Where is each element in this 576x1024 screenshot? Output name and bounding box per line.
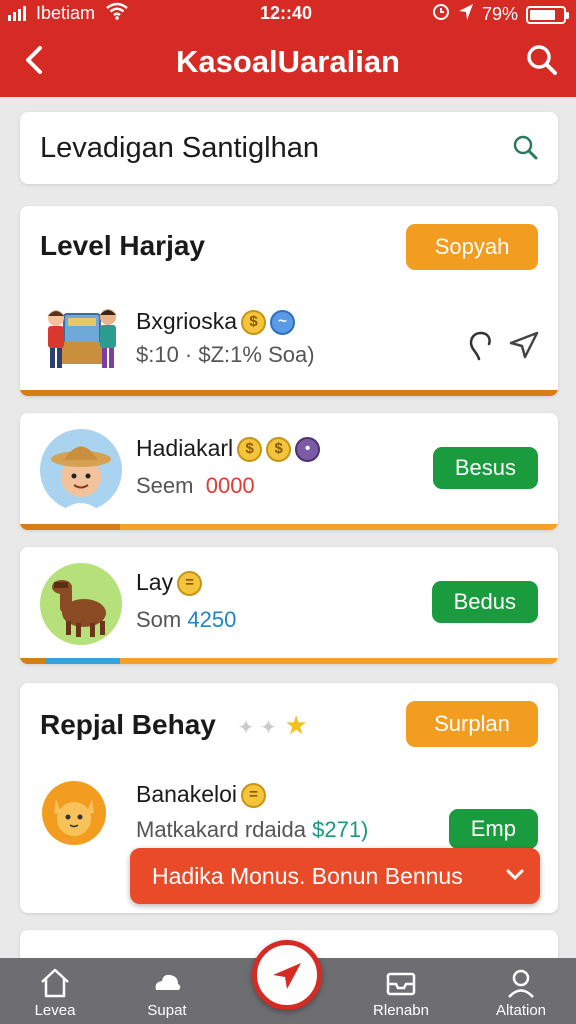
item-subtitle: Som 4250 (136, 607, 237, 632)
tab-label: Supat (147, 1002, 187, 1019)
item-subtitle: Seem 0000 (136, 473, 255, 498)
location-pin-icon[interactable] (468, 330, 494, 362)
battery-percent: 79% (481, 4, 518, 24)
item-subtitle: $:10 · $Z:1% Soa) (136, 342, 315, 367)
location-icon (458, 3, 474, 26)
list-item[interactable]: Hadiakarl $ $ • Seem 0000 Besus (20, 413, 558, 530)
coin-icon: = (241, 783, 267, 809)
progress-bar (20, 658, 558, 664)
tab-label: Levea (34, 1002, 76, 1019)
sparkle-icon: ✦ ✦ (237, 717, 277, 739)
alarm-icon (432, 3, 450, 26)
banner-text: Hadika Monus. Bonun Bennus (152, 862, 463, 889)
send-icon[interactable] (508, 330, 540, 360)
coin-icon: $ (266, 437, 292, 463)
section-title: Level Harjay (40, 230, 205, 261)
send-icon (273, 963, 301, 989)
section-action-button[interactable]: Surplan (406, 701, 538, 747)
home-icon (41, 968, 69, 998)
status-bar: Ibetiam 12::40 79% (0, 0, 576, 28)
carrier-name: Ibetiam (36, 3, 96, 23)
item-name: Hadiakarl $ $ • (136, 435, 321, 463)
user-icon (508, 969, 534, 998)
battery-icon (526, 5, 569, 24)
inbox-icon (386, 972, 416, 996)
progress-bar (20, 524, 558, 530)
header-search-button[interactable] (522, 40, 562, 80)
wifi-icon (106, 2, 128, 25)
search-placeholder: Levadigan Santiglhan (40, 132, 319, 164)
tab-home[interactable]: Levea (0, 958, 110, 1024)
section-action-button[interactable]: Sopyah (406, 224, 538, 270)
item-name: Lay = (136, 569, 203, 597)
search-field[interactable]: Levadigan Santiglhan (20, 112, 558, 184)
badge-icon: • (295, 437, 321, 463)
coin-icon: $ (240, 310, 266, 336)
status-time: 12::40 (260, 3, 313, 23)
search-icon[interactable] (510, 132, 540, 162)
signal-icon (8, 6, 26, 21)
item-name: Bxgrioska $ ~ (136, 308, 295, 336)
section-card-level: Level Harjay Sopyah Bxgrioska $ ~ $:10 · $… (20, 206, 558, 396)
avatar (40, 563, 122, 645)
item-action-button[interactable]: Besus (432, 447, 538, 489)
send-fab-button[interactable] (252, 940, 322, 1010)
star-icon: ★ (284, 710, 308, 740)
page-title: KasoalUaralian (176, 44, 400, 79)
item-subtitle: Matkakard rdaida $271) (136, 817, 369, 842)
tab-label: Altation (495, 1002, 547, 1019)
progress-bar (20, 390, 558, 396)
tab-rlenabn[interactable]: Rlenabn (346, 958, 456, 1024)
chevron-down-icon (506, 869, 524, 881)
item-action-button[interactable]: Emp (448, 809, 538, 849)
item-name: Banakeloi = (136, 781, 267, 809)
people-illustration (40, 302, 122, 374)
section-title: Repjal Behay ✦ ✦ ★ (40, 709, 308, 740)
avatar (40, 429, 122, 511)
item-action-button[interactable]: Bedus (431, 581, 538, 623)
badge-icon: ~ (269, 310, 295, 336)
search-icon (527, 45, 557, 75)
list-item[interactable]: Lay = Som 4250 Bedus (20, 547, 558, 664)
bonus-banner[interactable]: Hadika Monus. Bonun Bennus (130, 848, 540, 904)
coin-icon: $ (237, 437, 263, 463)
tab-altation[interactable]: Altation (466, 958, 576, 1024)
avatar (42, 781, 106, 845)
tab-label: Rlenabn (373, 1002, 429, 1019)
tab-supat[interactable]: Supat (112, 958, 222, 1024)
app-header: Ibetiam 12::40 79% KasoalUaralian (0, 0, 576, 97)
cloud-icon (155, 974, 181, 990)
coin-icon: = (177, 571, 203, 597)
